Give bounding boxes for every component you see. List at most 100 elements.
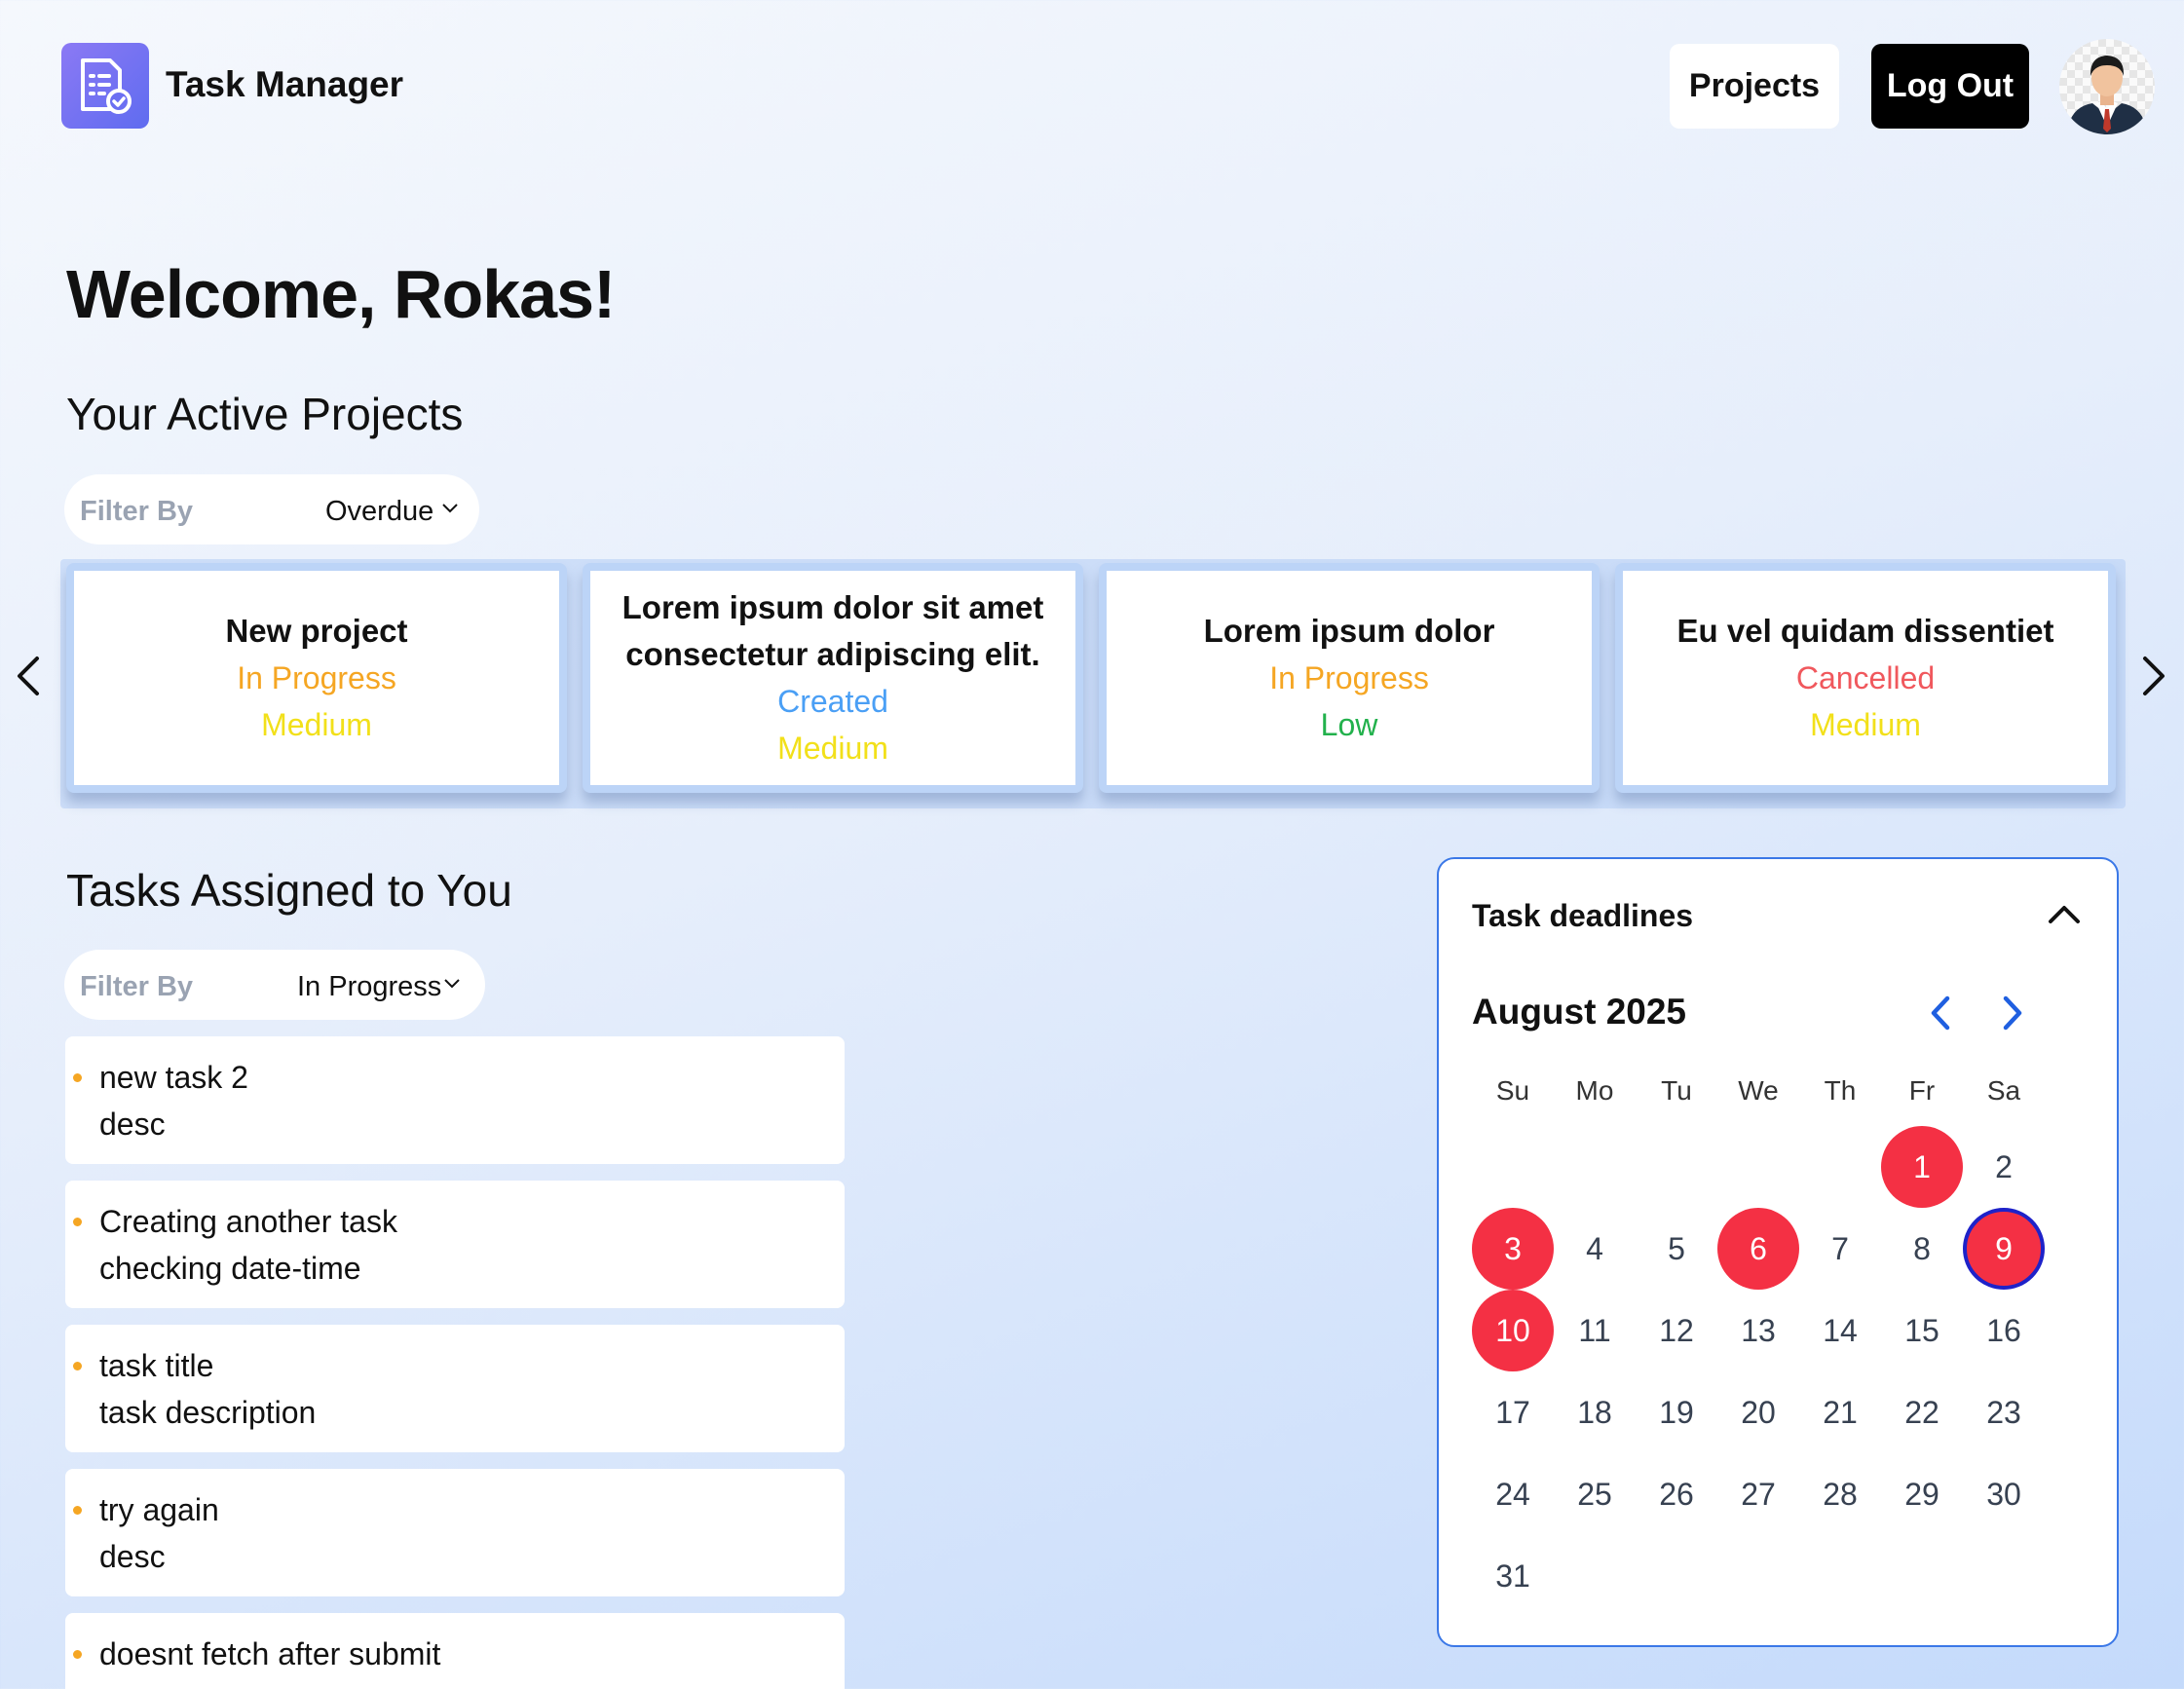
project-status: Created (777, 684, 888, 719)
tasks-title: Tasks Assigned to You (66, 865, 512, 916)
calendar-day[interactable]: 24 (1472, 1453, 1554, 1535)
project-status: In Progress (237, 660, 396, 695)
calendar-day[interactable]: 5 (1636, 1208, 1717, 1290)
top-bar: Task Manager Projects Log Out (0, 0, 2184, 171)
calendar-day[interactable]: 7 (1799, 1208, 1881, 1290)
weekday-label: Mo (1575, 1075, 1614, 1106)
calendar-day[interactable]: 12 (1636, 1290, 1717, 1371)
calendar-day[interactable]: 22 (1881, 1371, 1963, 1453)
task-deadlines-calendar: Task deadlines August 2025 Su Mo Tu We T… (1437, 857, 2119, 1647)
weekday-label: Su (1495, 1075, 1530, 1106)
project-card[interactable]: Lorem ipsum dolor sit amet consectetur a… (583, 563, 1083, 793)
task-description: desc (99, 1539, 166, 1574)
chevron-down-icon (444, 979, 460, 989)
weekday-label: Sa (1986, 1075, 2021, 1106)
status-dot (73, 1650, 82, 1659)
calendar-day[interactable]: 25 (1554, 1453, 1636, 1535)
calendar-day[interactable]: 6 (1717, 1208, 1799, 1290)
calendar-day[interactable]: 14 (1799, 1290, 1881, 1371)
calendar-day[interactable]: 30 (1963, 1453, 2045, 1535)
calendar-day[interactable]: 23 (1963, 1371, 2045, 1453)
user-avatar-icon (2067, 56, 2147, 134)
task-item[interactable]: new task 2 desc (65, 1036, 845, 1164)
carousel-prev-icon[interactable] (14, 655, 43, 697)
calendar-day[interactable]: 11 (1554, 1290, 1636, 1371)
calendar-title: Task deadlines (1472, 898, 1694, 933)
calendar-day[interactable]: 2 (1963, 1126, 2045, 1208)
weekday-label: We (1738, 1075, 1779, 1106)
calendar-day[interactable]: 3 (1472, 1208, 1554, 1290)
task-title: try again (99, 1492, 219, 1527)
task-description: task description (99, 1395, 317, 1430)
status-dot (73, 1218, 82, 1226)
avatar[interactable] (2059, 39, 2155, 134)
app-logo-icon[interactable] (61, 43, 149, 129)
calendar-day[interactable]: 1 (1881, 1126, 1963, 1208)
project-card[interactable]: Lorem ipsum dolor In Progress Low (1099, 563, 1600, 793)
calendar-day[interactable]: 19 (1636, 1371, 1717, 1453)
task-item[interactable]: doesnt fetch after submit (65, 1613, 845, 1689)
calendar-day[interactable]: 31 (1472, 1535, 1554, 1617)
calendar-day[interactable]: 26 (1636, 1453, 1717, 1535)
project-priority: Medium (777, 731, 888, 766)
projects-filter[interactable]: Filter By Overdue (64, 474, 479, 544)
status-dot (73, 1073, 82, 1082)
calendar-day[interactable]: 15 (1881, 1290, 1963, 1371)
projects-button[interactable]: Projects (1670, 44, 1839, 129)
task-title: doesnt fetch after submit (99, 1636, 441, 1671)
project-name: Lorem ipsum dolor sit amet consectetur a… (621, 589, 1044, 672)
weekday-label: Fr (1908, 1075, 1936, 1106)
task-item[interactable]: task title task description (65, 1325, 845, 1452)
calendar-next-month-icon[interactable] (2000, 995, 2025, 1031)
calendar-day[interactable]: 18 (1554, 1371, 1636, 1453)
carousel-next-icon[interactable] (2139, 655, 2168, 697)
calendar-day[interactable]: 9 (1963, 1208, 2045, 1290)
tasks-filter-select[interactable]: In Progress (297, 971, 441, 1003)
task-item[interactable]: try again desc (65, 1469, 845, 1596)
calendar-day[interactable]: 28 (1799, 1453, 1881, 1535)
app-title: Task Manager (166, 64, 404, 104)
project-name: New project (225, 613, 408, 649)
calendar-day[interactable]: 29 (1881, 1453, 1963, 1535)
project-name: Eu vel quidam dissentiet (1676, 613, 2054, 649)
task-description: desc (99, 1107, 166, 1142)
task-description: checking date-time (99, 1251, 361, 1286)
tasks-filter-label: Filter By (80, 971, 194, 1002)
project-name: Lorem ipsum dolor (1203, 613, 1495, 649)
project-status: Cancelled (1795, 660, 1936, 695)
calendar-month: August 2025 (1472, 992, 1687, 1032)
calendar-day[interactable]: 16 (1963, 1290, 2045, 1371)
calendar-day[interactable]: 17 (1472, 1371, 1554, 1453)
active-projects-title: Your Active Projects (66, 389, 464, 439)
calendar-day[interactable]: 21 (1799, 1371, 1881, 1453)
tasks-filter[interactable]: Filter By In Progress (64, 950, 485, 1020)
status-dot (73, 1362, 82, 1370)
project-status: In Progress (1269, 660, 1429, 695)
calendar-day[interactable]: 20 (1717, 1371, 1799, 1453)
projects-carousel: New project In Progress Medium Lorem ips… (60, 559, 2126, 808)
chevron-up-icon[interactable] (2048, 903, 2081, 924)
project-priority: Low (1320, 707, 1378, 742)
chevron-down-icon (442, 504, 458, 513)
project-card[interactable]: New project In Progress Medium (66, 563, 567, 793)
calendar-day[interactable]: 4 (1554, 1208, 1636, 1290)
weekday-label: Tu (1661, 1075, 1692, 1106)
weekday-label: Th (1824, 1075, 1857, 1106)
task-title: new task 2 (99, 1060, 248, 1095)
projects-filter-label: Filter By (80, 496, 194, 527)
status-dot (73, 1506, 82, 1515)
logout-button[interactable]: Log Out (1871, 44, 2029, 129)
calendar-day[interactable]: 13 (1717, 1290, 1799, 1371)
calendar-prev-month-icon[interactable] (1928, 995, 1953, 1031)
task-title: Creating another task (99, 1204, 397, 1239)
task-item[interactable]: Creating another task checking date-time (65, 1181, 845, 1308)
calendar-day[interactable]: 10 (1472, 1290, 1554, 1371)
project-priority: Medium (261, 707, 372, 742)
projects-filter-select[interactable]: Overdue (325, 496, 433, 528)
project-priority: Medium (1810, 707, 1921, 742)
task-title: task title (99, 1348, 214, 1383)
calendar-day[interactable]: 27 (1717, 1453, 1799, 1535)
calendar-day[interactable]: 8 (1881, 1208, 1963, 1290)
welcome-heading: Welcome, Rokas! (66, 256, 616, 332)
project-card[interactable]: Eu vel quidam dissentiet Cancelled Mediu… (1615, 563, 2116, 793)
